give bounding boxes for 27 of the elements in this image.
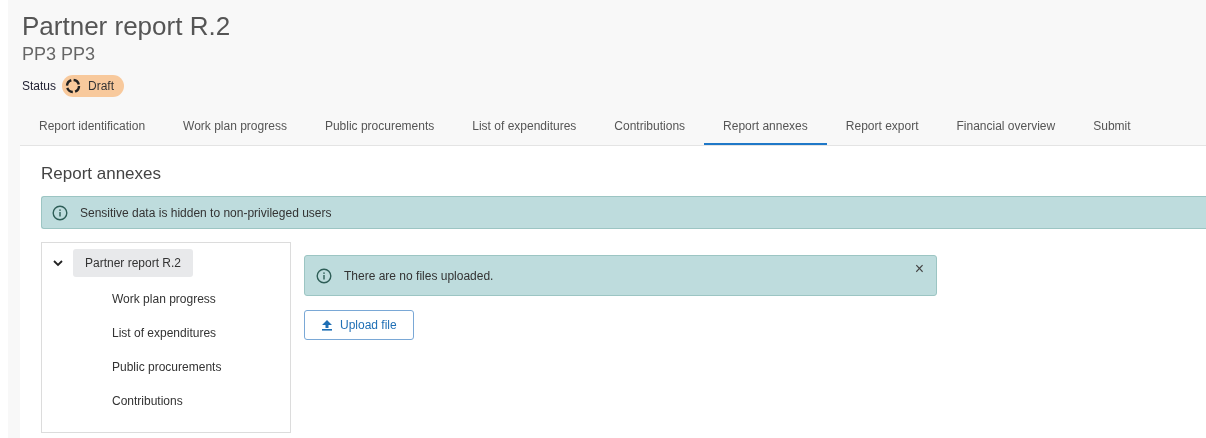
status-label: Status	[22, 79, 57, 93]
status-badge: Draft	[62, 75, 125, 97]
info-icon	[52, 204, 68, 221]
page-subtitle: PP3 PP3	[22, 43, 97, 65]
progress-ring-icon	[65, 78, 82, 94]
tree-item[interactable]: Partner report R.2	[73, 249, 194, 277]
page-title: Partner report R.2	[22, 10, 232, 42]
tab[interactable]: Report identification	[20, 111, 165, 145]
tree-item[interactable]: Work plan progress	[100, 287, 228, 311]
info-icon	[316, 267, 332, 284]
tab[interactable]: List of expenditures	[453, 111, 596, 145]
upload-icon	[321, 319, 333, 331]
tab[interactable]: Submit	[1074, 111, 1150, 145]
alert-text: There are no files uploaded.	[344, 268, 495, 283]
tree-item[interactable]: List of expenditures	[100, 321, 229, 345]
close-button[interactable]: ×	[910, 260, 928, 278]
tab[interactable]: Public procurements	[305, 111, 454, 145]
section-title: Report annexes	[41, 164, 163, 184]
tree-item[interactable]: Contributions	[100, 389, 195, 413]
chevron-icon[interactable]	[52, 257, 64, 269]
tab[interactable]: Contributions	[595, 111, 705, 145]
tab[interactable]: Financial overview	[937, 111, 1075, 145]
tab[interactable]: Work plan progress	[164, 111, 306, 145]
upload-button[interactable]: Upload file	[304, 310, 414, 340]
tree-item[interactable]: Public procurements	[100, 355, 234, 379]
tab[interactable]: Report export	[826, 111, 938, 145]
info-text: Sensitive data is hidden to non-privileged users	[80, 205, 332, 220]
